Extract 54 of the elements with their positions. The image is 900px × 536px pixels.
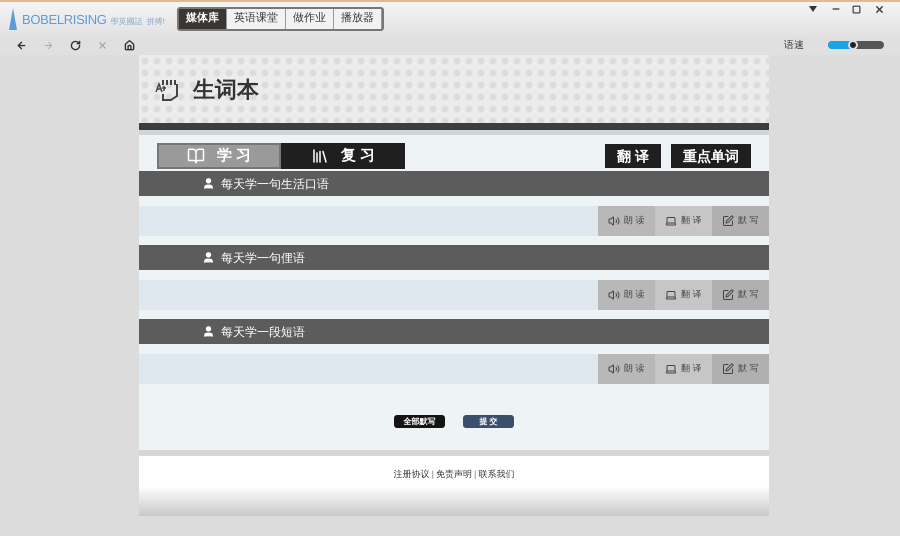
refresh-icon[interactable]	[70, 40, 81, 50]
action-button[interactable]: 朗 读	[598, 280, 655, 310]
triangle-icon	[809, 6, 817, 12]
speaker-icon	[608, 215, 620, 227]
laptop-icon	[665, 363, 678, 375]
header-button[interactable]: 重点单词	[671, 144, 751, 168]
action-button[interactable]: 默 写	[712, 280, 769, 310]
nav-tab[interactable]: 英语课堂	[226, 8, 286, 28]
separator: |	[474, 468, 476, 481]
action-button[interactable]: 朗 读	[598, 206, 655, 236]
nav-tab[interactable]: 做作业	[286, 8, 334, 28]
slogan-text: 拼搏!	[146, 16, 165, 28]
action-button[interactable]: 默 写	[712, 354, 769, 384]
laptop-icon	[665, 289, 678, 301]
section-title: 每天学一段短语	[221, 324, 305, 340]
action-button[interactable]: 翻 译	[655, 280, 712, 310]
pencil-icon	[722, 363, 734, 375]
speaker-icon	[608, 289, 620, 301]
speaker-icon	[608, 363, 620, 375]
mode-tab[interactable]: 复 习	[281, 143, 405, 169]
home-icon[interactable]	[124, 40, 135, 50]
pencil-icon	[722, 215, 734, 227]
close-icon	[874, 4, 884, 14]
section-title: 每天学一句俚语	[221, 250, 305, 266]
nav-tab[interactable]: 媒体库	[178, 8, 227, 28]
action-button[interactable]: 翻 译	[655, 354, 712, 384]
nav-tab[interactable]: 播放器	[334, 8, 382, 28]
person-icon	[202, 251, 215, 264]
separator: |	[432, 468, 434, 481]
tower-icon	[8, 8, 18, 30]
person-icon	[202, 177, 215, 190]
person-icon	[202, 325, 215, 338]
footer-link[interactable]: 联系我们	[478, 468, 514, 516]
speed-label: 语速	[784, 38, 804, 52]
section-title: 每天学一句生活口语	[221, 176, 329, 192]
footer-link[interactable]: 免责声明	[436, 468, 472, 516]
page-title: 生词本	[193, 76, 259, 104]
speed-slider[interactable]	[828, 41, 884, 49]
action-button[interactable]: 默 写	[712, 206, 769, 236]
laptop-icon	[665, 215, 678, 227]
header-button[interactable]: 翻 译	[605, 144, 661, 168]
submit-button[interactable]: 提 交	[463, 415, 514, 428]
footer-link[interactable]: 注册协议	[394, 468, 430, 516]
submit-button[interactable]: 全部默写	[394, 415, 445, 428]
action-button[interactable]: 翻 译	[655, 206, 712, 236]
pencil-icon	[722, 289, 734, 301]
slider-thumb[interactable]	[848, 40, 858, 50]
book-icon	[186, 147, 205, 165]
logo-text: BOBELRISING	[22, 11, 107, 29]
slogan-text: 學英國話	[110, 16, 143, 28]
action-button[interactable]: 朗 读	[598, 354, 655, 384]
back-icon[interactable]	[16, 40, 27, 50]
books-icon	[310, 147, 329, 165]
maximize-icon	[852, 4, 860, 14]
